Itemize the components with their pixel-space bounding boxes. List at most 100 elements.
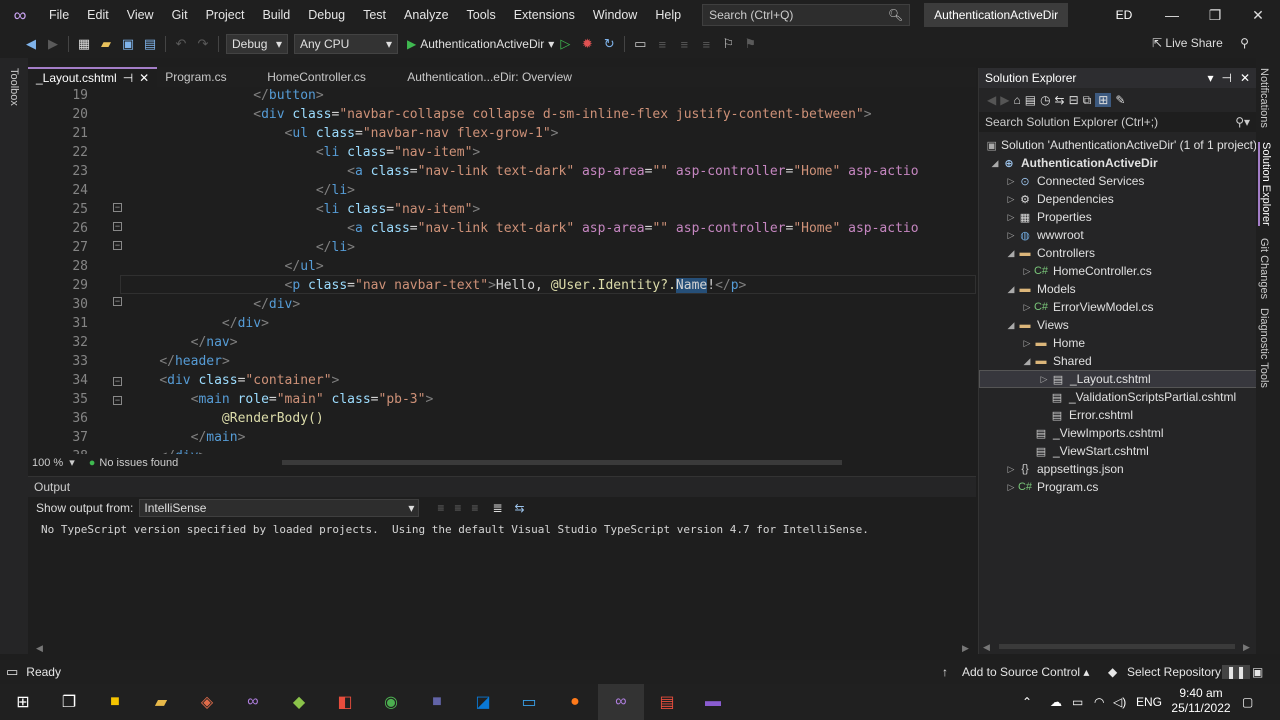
forward-icon[interactable]: ▶: [1000, 93, 1009, 107]
tree-item-project[interactable]: ◢ ⊕ AuthenticationActiveDir: [979, 154, 1257, 172]
chevron-right-icon[interactable]: ▷: [1005, 176, 1017, 187]
chevron-right-icon[interactable]: ▷: [1005, 464, 1017, 475]
tree-item-appsettings[interactable]: ▷ {} appsettings.json: [979, 460, 1257, 478]
file-explorer-icon[interactable]: ▰: [138, 684, 184, 720]
tray-chevron-icon[interactable]: ⌃: [1022, 695, 1032, 709]
word-wrap-icon[interactable]: ⇆: [515, 501, 525, 515]
zoom-level[interactable]: 100 %: [32, 457, 63, 469]
close-panel-icon[interactable]: ✕: [1240, 71, 1250, 85]
teams-icon[interactable]: ■: [414, 684, 460, 720]
collapse-all-icon[interactable]: ⊟: [1069, 93, 1079, 107]
cloud-icon[interactable]: ☁: [1050, 695, 1062, 709]
code-editor[interactable]: 1920212223242526272829303132333435363738…: [28, 88, 976, 454]
menu-item-file[interactable]: File: [40, 0, 78, 30]
bookmark-icon[interactable]: ⚐: [717, 33, 739, 55]
tree-item-program-cs[interactable]: ▷ C# Program.cs: [979, 478, 1257, 496]
sync-icon[interactable]: ⇆: [1055, 93, 1065, 107]
menu-item-window[interactable]: Window: [584, 0, 646, 30]
add-to-source-control[interactable]: Add to Source Control ▴: [962, 665, 1089, 679]
tree-item-views[interactable]: ◢ ▬ Views: [979, 316, 1257, 334]
terminal-icon[interactable]: ▬: [690, 684, 736, 720]
tab-program-cs[interactable]: Program.cs: [157, 67, 259, 87]
visual-studio-icon[interactable]: ∞: [230, 684, 276, 720]
sticky-notes-icon[interactable]: ■: [92, 684, 138, 720]
chevron-right-icon[interactable]: ▷: [1005, 212, 1017, 223]
tree-item-layout-cshtml[interactable]: ▷ ▤ _Layout.cshtml: [979, 370, 1257, 388]
diagnostic-tools-tab[interactable]: Diagnostic Tools: [1258, 308, 1270, 388]
tree-item-viewimports[interactable]: ▤ _ViewImports.cshtml: [979, 424, 1257, 442]
tab-layout-cshtml[interactable]: _Layout.cshtml ⊣ ✕: [28, 67, 158, 88]
chevron-down-icon[interactable]: ▾: [1207, 71, 1213, 85]
properties-wrench-icon[interactable]: ✎: [1115, 93, 1125, 107]
menu-item-help[interactable]: Help: [646, 0, 690, 30]
refresh-icon[interactable]: ↻: [598, 33, 620, 55]
save-all-icon[interactable]: ▤: [139, 33, 161, 55]
pin-icon[interactable]: ⊣: [123, 68, 133, 88]
notifications-tab[interactable]: Notifications: [1258, 68, 1270, 128]
chevron-down-icon[interactable]: ▾: [69, 456, 75, 469]
visual-studio-active-icon[interactable]: ∞: [598, 684, 644, 720]
select-repository[interactable]: Select Repository ▴: [1127, 665, 1230, 679]
pin-icon[interactable]: ⊣: [1221, 71, 1231, 85]
tree-item-errorviewmodel[interactable]: ▷ C# ErrorViewModel.cs: [979, 298, 1257, 316]
app-icon[interactable]: ◈: [184, 684, 230, 720]
run-button[interactable]: ▶ AuthenticationActiveDir ▾: [407, 37, 554, 51]
forward-icon[interactable]: ▶: [42, 33, 64, 55]
issues-status[interactable]: No issues found: [99, 457, 178, 469]
chevron-right-icon[interactable]: ▷: [1005, 230, 1017, 241]
chevron-down-icon[interactable]: ◢: [989, 158, 1001, 169]
horizontal-scrollbar[interactable]: [282, 460, 842, 465]
outlook-icon[interactable]: ◪: [460, 684, 506, 720]
menu-item-build[interactable]: Build: [253, 0, 299, 30]
menu-item-view[interactable]: View: [118, 0, 163, 30]
tree-item-validation-partial[interactable]: ▤ _ValidationScriptsPartial.cshtml: [979, 388, 1257, 406]
remote-desktop-icon[interactable]: ▭: [506, 684, 552, 720]
notification-center-icon[interactable]: ▢: [1242, 695, 1253, 709]
fold-toggle-icon[interactable]: −: [113, 241, 122, 250]
history-icon[interactable]: ◷: [1040, 93, 1050, 107]
pause-icon[interactable]: ❚❚: [1222, 665, 1251, 679]
solution-explorer-tab[interactable]: Solution Explorer: [1258, 142, 1272, 226]
live-share-button[interactable]: ⇱ Live Share ⚲: [1152, 36, 1249, 50]
chevron-down-icon[interactable]: ◢: [1005, 248, 1017, 259]
toolbox-tab[interactable]: Toolbox: [8, 68, 20, 106]
tree-item-controllers[interactable]: ◢ ▬ Controllers: [979, 244, 1257, 262]
task-view-icon[interactable]: ❐: [46, 684, 92, 720]
app-icon[interactable]: ◆: [276, 684, 322, 720]
volume-icon[interactable]: ◁): [1113, 695, 1126, 709]
undo-icon[interactable]: ↶: [170, 33, 192, 55]
chevron-right-icon[interactable]: ▷: [1021, 302, 1033, 313]
new-item-icon[interactable]: ▦: [73, 33, 95, 55]
configuration-select[interactable]: Debug ▾: [226, 34, 288, 54]
chevron-down-icon[interactable]: ◢: [1005, 320, 1017, 331]
fold-toggle-icon[interactable]: −: [113, 203, 122, 212]
language-indicator[interactable]: ENG: [1136, 695, 1162, 709]
tab-overview[interactable]: Authentication...eDir: Overview: [399, 67, 580, 87]
tab-homecontroller-cs[interactable]: HomeController.cs: [259, 67, 399, 87]
close-window-icon[interactable]: ✕: [1238, 0, 1278, 30]
tree-item-homecontroller[interactable]: ▷ C# HomeController.cs: [979, 262, 1257, 280]
tree-item-shared-folder[interactable]: ◢ ▬ Shared: [979, 352, 1257, 370]
scroll-right-icon[interactable]: ▶: [962, 643, 969, 654]
fold-toggle-icon[interactable]: −: [113, 222, 122, 231]
toolbar-tool-icon[interactable]: ≡: [437, 501, 444, 515]
firefox-icon[interactable]: ●: [552, 684, 598, 720]
scroll-left-icon[interactable]: ◀: [36, 643, 43, 654]
menu-item-debug[interactable]: Debug: [299, 0, 354, 30]
menu-item-analyze[interactable]: Analyze: [395, 0, 457, 30]
toolbar-tool-icon[interactable]: ≡: [471, 501, 478, 515]
user-avatar[interactable]: ED: [1112, 5, 1136, 25]
chevron-right-icon[interactable]: ▷: [1005, 194, 1017, 205]
toolbar-tool-icon[interactable]: ≡: [673, 33, 695, 55]
tree-item-models[interactable]: ◢ ▬ Models: [979, 280, 1257, 298]
horizontal-scrollbar[interactable]: [999, 644, 1235, 649]
office-icon[interactable]: ◧: [322, 684, 368, 720]
menu-item-edit[interactable]: Edit: [78, 0, 118, 30]
fold-toggle-icon[interactable]: −: [113, 297, 122, 306]
open-folder-icon[interactable]: ▰: [95, 33, 117, 55]
chevron-down-icon[interactable]: ◢: [1005, 284, 1017, 295]
tree-item-properties[interactable]: ▷ ▦ Properties: [979, 208, 1257, 226]
toolbar-tool-icon[interactable]: ≡: [454, 501, 461, 515]
tree-item-wwwroot[interactable]: ▷ ◍ wwwroot: [979, 226, 1257, 244]
tree-item-solution[interactable]: ▣ Solution 'AuthenticationActiveDir' (1 o…: [979, 136, 1257, 154]
